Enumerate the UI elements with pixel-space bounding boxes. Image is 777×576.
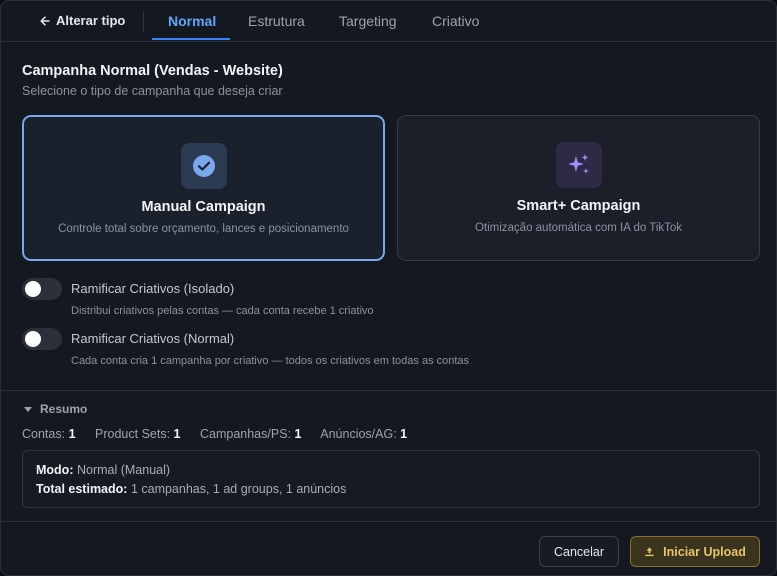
caret-down-icon (24, 406, 32, 412)
toggle-knob (25, 281, 41, 297)
summary-total: Total estimado: 1 campanhas, 1 ad groups… (36, 482, 347, 496)
summary-toggle[interactable]: Resumo (24, 402, 87, 416)
campaign-dialog: Alterar tipo Normal Estrutura Targeting … (0, 0, 777, 576)
toggle-knob (25, 331, 41, 347)
check-circle-icon (192, 155, 215, 177)
tab-criativo[interactable]: Criativo (432, 13, 479, 29)
upload-icon (645, 547, 654, 557)
isolado-toggle-description: Distribui criativos pelas contas — cada … (71, 305, 374, 317)
smart-icon-box (555, 142, 602, 188)
smart-campaign-description: Otimização automática com IA do TikTok (474, 222, 683, 234)
summary-box: Modo: Normal (Manual) Total estimado: 1 … (22, 450, 760, 508)
tab-normal[interactable]: Normal (168, 13, 216, 29)
summary-title: Resumo (40, 402, 88, 416)
stat-product-sets: Product Sets: 1 (95, 427, 181, 441)
start-upload-label: Iniciar Upload (663, 544, 746, 559)
footer-divider (1, 521, 776, 522)
stat-contas: Contas: 1 (22, 427, 76, 441)
start-upload-button[interactable]: Iniciar Upload (630, 536, 760, 567)
summary-divider (1, 390, 776, 391)
sparkles-icon (567, 154, 589, 174)
summary-mode: Modo: Normal (Manual) (36, 463, 171, 477)
tab-targeting[interactable]: Targeting (339, 13, 397, 29)
cancel-button[interactable]: Cancelar (539, 536, 619, 567)
normal-toggle-label: Ramificar Criativos (Normal) (71, 331, 235, 346)
smart-campaign-card[interactable]: Smart+ Campaign Otimização automática co… (397, 115, 760, 261)
manual-icon-box (180, 143, 227, 189)
normal-toggle[interactable] (22, 328, 62, 350)
active-tab-indicator (152, 38, 230, 40)
back-button[interactable]: Alterar tipo (39, 13, 125, 28)
arrow-left-icon (40, 15, 50, 26)
isolado-toggle-label: Ramificar Criativos (Isolado) (71, 281, 235, 296)
stat-campanhas-ps: Campanhas/PS: 1 (199, 427, 302, 441)
manual-campaign-title: Manual Campaign (141, 199, 266, 215)
summary-stats: Contas: 1 Product Sets: 1 Campanhas/PS: … (22, 427, 423, 441)
stat-anuncios-ag: Anúncios/AG: 1 (320, 427, 408, 441)
isolado-toggle[interactable] (22, 278, 62, 300)
tab-bar: Alterar tipo Normal Estrutura Targeting … (1, 1, 776, 42)
page-title: Campanha Normal (Vendas - Website) (22, 63, 283, 79)
normal-toggle-description: Cada conta cria 1 campanha por criativo … (71, 355, 470, 367)
manual-campaign-description: Controle total sobre orçamento, lances e… (58, 223, 349, 235)
back-label: Alterar tipo (56, 13, 126, 28)
smart-campaign-title: Smart+ Campaign (516, 198, 641, 214)
page-subtitle: Selecione o tipo de campanha que deseja … (22, 84, 283, 98)
tab-separator (143, 11, 144, 33)
tab-estrutura[interactable]: Estrutura (248, 13, 305, 29)
manual-campaign-card[interactable]: Manual Campaign Controle total sobre orç… (22, 115, 385, 261)
